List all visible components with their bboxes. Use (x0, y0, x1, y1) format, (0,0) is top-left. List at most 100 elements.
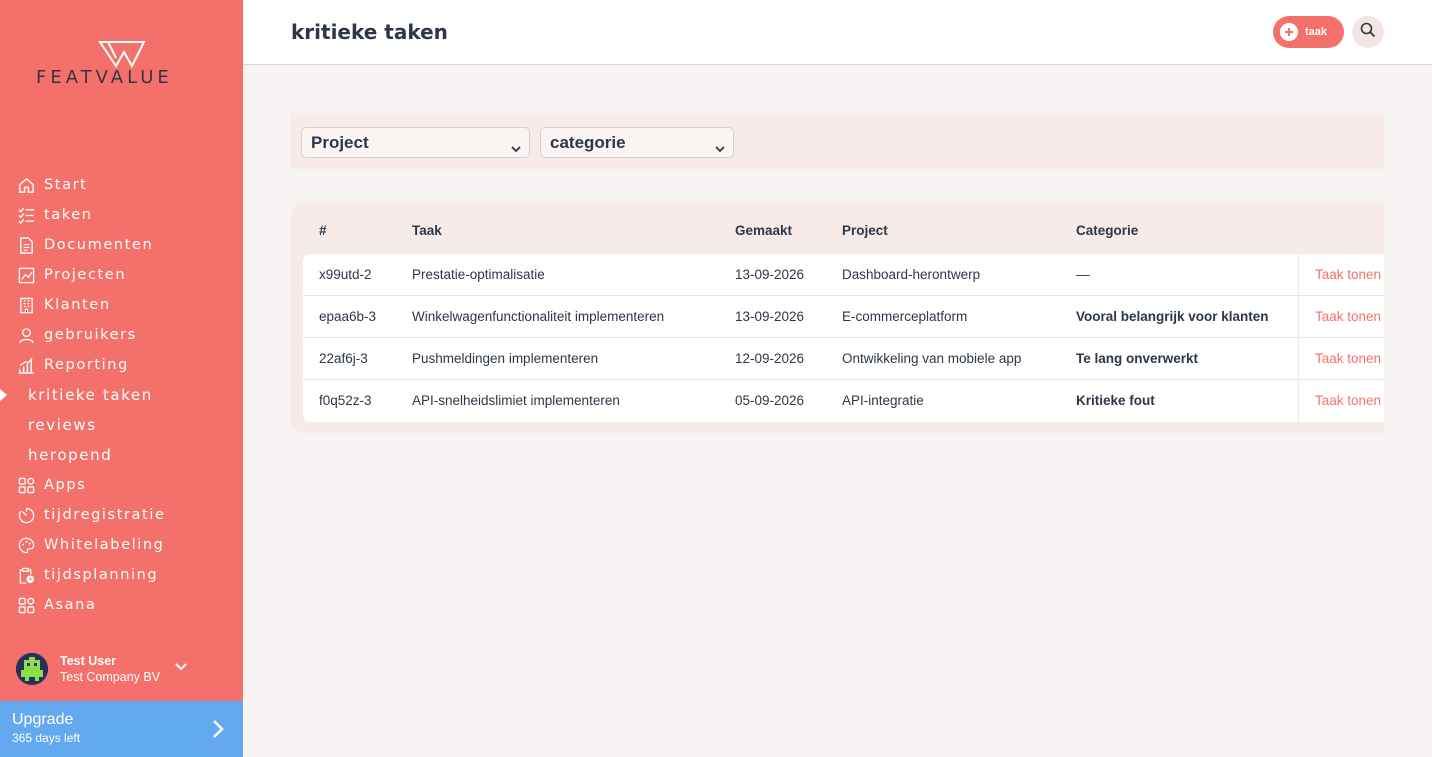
column-header-id: # (319, 223, 327, 238)
plus-icon (1280, 23, 1298, 41)
task-project: API-integratie (842, 393, 924, 408)
task-project: Dashboard-herontwerp (842, 267, 981, 282)
filter-bar: Project categorie (291, 113, 1384, 169)
table-body: x99utd-2 Prestatie-optimalisatie 13-09-2… (303, 254, 1384, 422)
sidebar-item-tijdregistratie[interactable]: tijdregistratie (0, 500, 243, 530)
sidebar-item-label: reviews (28, 416, 97, 434)
task-created: 13-09-2026 (735, 267, 805, 282)
featvalue-logo[interactable]: FEATVALUE (36, 40, 211, 90)
sidebar-item-label: Klanten (44, 297, 111, 313)
sidebar-item-label: Whitelabeling (44, 537, 165, 553)
divider (1298, 338, 1299, 380)
critical-tasks-table: # Taak Gemaakt Project Categorie x99utd-… (291, 201, 1384, 433)
task-id: 22af6j-3 (319, 351, 368, 366)
sidebar-item-kritieke-taken[interactable]: kritieke taken (0, 380, 243, 410)
sidebar-item-projecten[interactable]: Projecten (0, 260, 243, 290)
bar-chart-icon (17, 356, 35, 374)
search-button[interactable] (1352, 16, 1384, 48)
table-row[interactable]: epaa6b-3 Winkelwagenfunctionaliteit impl… (303, 296, 1384, 338)
task-name: API-snelheidslimiet implementeren (412, 393, 620, 408)
user-company: Test Company BV (60, 670, 161, 684)
divider (1298, 254, 1299, 296)
task-category: — (1076, 267, 1090, 282)
palette-icon (17, 536, 35, 554)
project-select-value: Project (311, 132, 369, 152)
avatar (16, 653, 48, 685)
add-task-button[interactable]: taak (1273, 16, 1344, 48)
sidebar-item-label: Reporting (44, 357, 129, 373)
sidebar-item-apps[interactable]: Apps (0, 470, 243, 500)
user-menu[interactable]: Test User Test Company BV (16, 651, 226, 687)
divider (1298, 296, 1299, 338)
sidebar-item-taken[interactable]: taken (0, 200, 243, 230)
sidebar-item-label: gebruikers (44, 327, 137, 343)
sidebar-item-label: Apps (44, 477, 87, 493)
sidebar-item-label: Projecten (44, 267, 127, 283)
document-icon (17, 236, 35, 254)
user-info: Test User Test Company BV (60, 653, 160, 685)
top-header: kritieke taken taak (243, 0, 1432, 65)
sidebar-item-reporting[interactable]: Reporting (0, 350, 243, 380)
logo-mark-icon (98, 41, 146, 68)
task-project: Ontwikkeling van mobiele app (842, 351, 1022, 366)
table-row[interactable]: f0q52z-3 API-snelheidslimiet implementer… (303, 380, 1384, 422)
upgrade-days-left: 365 days left (12, 731, 81, 745)
home-icon (17, 176, 35, 194)
column-header-task: Taak (412, 223, 442, 238)
task-name: Pushmeldingen implementeren (412, 351, 599, 366)
column-header-category: Categorie (1076, 223, 1139, 238)
task-category: Kritieke fout (1076, 393, 1155, 408)
sidebar-item-documenten[interactable]: Documenten (0, 230, 243, 260)
chevron-down-icon[interactable] (174, 659, 188, 677)
show-task-link[interactable]: Taak tonen (1315, 393, 1381, 408)
task-created: 13-09-2026 (735, 309, 805, 324)
sidebar-item-tijdsplanning[interactable]: tijdsplanning (0, 560, 243, 590)
divider (1298, 380, 1299, 422)
sidebar-item-klanten[interactable]: Klanten (0, 290, 243, 320)
task-project: E-commerceplatform (842, 309, 968, 324)
page-title: kritieke taken (291, 20, 448, 44)
add-task-label: taak (1305, 26, 1328, 38)
task-id: f0q52z-3 (319, 393, 372, 408)
sidebar-item-label: Asana (44, 597, 97, 613)
sidebar-item-label: Documenten (44, 237, 154, 253)
table-row[interactable]: 22af6j-3 Pushmeldingen implementeren 12-… (303, 338, 1384, 380)
project-select[interactable]: Project (301, 127, 530, 158)
sidebar-item-reviews[interactable]: reviews (0, 410, 243, 440)
sidebar-item-heropend[interactable]: heropend (0, 440, 243, 470)
tasklist-icon (17, 206, 35, 224)
task-category: Vooral belangrijk voor klanten (1076, 309, 1269, 324)
apps-icon (17, 596, 35, 614)
table-header: # Taak Gemaakt Project Categorie (291, 201, 1384, 254)
upgrade-banner[interactable]: Upgrade 365 days left (0, 701, 243, 757)
sidebar-item-label: tijdregistratie (44, 507, 166, 523)
sidebar-item-label: taken (44, 207, 93, 223)
timer-icon (17, 506, 35, 524)
sidebar-item-label: kritieke taken (28, 386, 153, 404)
task-created: 05-09-2026 (735, 393, 805, 408)
show-task-link[interactable]: Taak tonen (1315, 267, 1381, 282)
task-name: Winkelwagenfunctionaliteit implementeren (412, 309, 665, 324)
sidebar-item-asana[interactable]: Asana (0, 590, 243, 620)
category-select[interactable]: categorie (540, 127, 734, 158)
column-header-project: Project (842, 223, 888, 238)
column-header-created: Gemaakt (735, 223, 793, 238)
building-icon (17, 296, 35, 314)
sidebar-item-label: Start (44, 177, 88, 193)
task-id: x99utd-2 (319, 267, 372, 282)
sidebar-item-label: tijdsplanning (44, 567, 159, 583)
logo-text: FEATVALUE (36, 67, 173, 88)
sidebar-item-gebruikers[interactable]: gebruikers (0, 320, 243, 350)
sidebar-nav: Start taken Documenten Projecten Klanten… (0, 170, 243, 620)
table-row[interactable]: x99utd-2 Prestatie-optimalisatie 13-09-2… (303, 254, 1384, 296)
task-created: 12-09-2026 (735, 351, 805, 366)
user-icon (17, 326, 35, 344)
show-task-link[interactable]: Taak tonen (1315, 351, 1381, 366)
chevron-down-icon (714, 138, 726, 158)
chevron-down-icon (510, 138, 522, 158)
sidebar-item-start[interactable]: Start (0, 170, 243, 200)
show-task-link[interactable]: Taak tonen (1315, 309, 1381, 324)
clipboard-clock-icon (17, 566, 35, 584)
sidebar-item-whitelabeling[interactable]: Whitelabeling (0, 530, 243, 560)
user-name: Test User (60, 654, 117, 668)
